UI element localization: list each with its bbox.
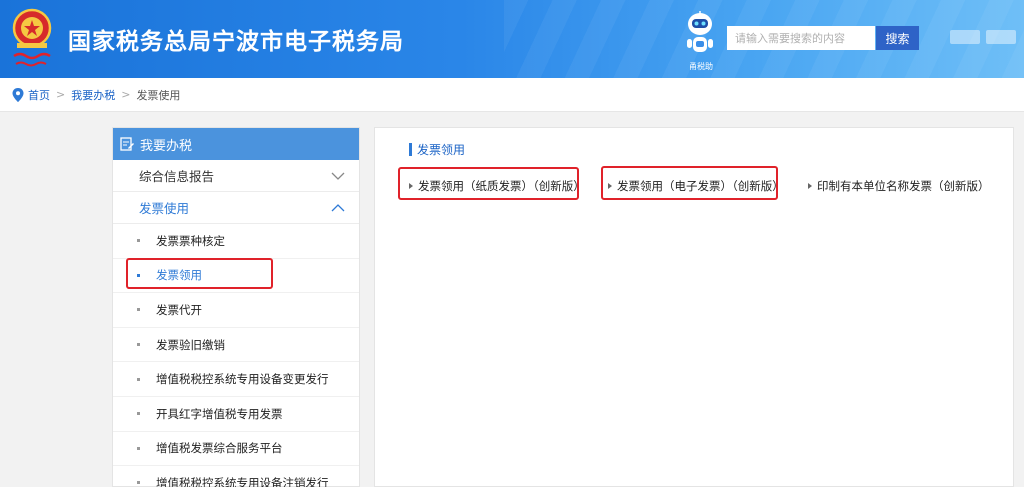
section-title-label: 发票领用 bbox=[417, 143, 466, 157]
bullet-icon bbox=[137, 412, 140, 416]
highlight-box-sidebar bbox=[126, 258, 273, 289]
sidebar-item-tax-device-change[interactable]: 增值税税控系统专用设备变更发行 bbox=[113, 362, 359, 397]
blurred-user-info bbox=[950, 30, 980, 44]
sidebar-item-invoice-type-approval[interactable]: 发票票种核定 bbox=[113, 224, 359, 259]
sidebar-category-invoice-use[interactable]: 发票使用 bbox=[113, 192, 359, 224]
bullet-icon bbox=[137, 343, 140, 347]
search-button[interactable]: 搜索 bbox=[876, 26, 919, 50]
triangle-right-icon bbox=[808, 183, 812, 189]
breadcrumb-tax-link[interactable]: 我要办税 bbox=[71, 87, 115, 103]
sidebar-item-tax-device-deregister[interactable]: 增值税税控系统专用设备注销发行 bbox=[113, 466, 359, 487]
sidebar-item-label: 发票验旧缴销 bbox=[156, 337, 225, 352]
sidebar-item-label: 增值税发票综合服务平台 bbox=[156, 441, 283, 456]
bullet-icon bbox=[137, 308, 140, 312]
chevron-up-icon bbox=[331, 203, 345, 211]
site-title: 国家税务总局宁波市电子税务局 bbox=[68, 29, 404, 55]
robot-assistant-icon[interactable] bbox=[684, 10, 716, 60]
breadcrumb-separator: > bbox=[121, 88, 131, 101]
section-title-bar bbox=[409, 143, 412, 156]
bullet-icon bbox=[137, 377, 140, 381]
sidebar-category-label: 发票使用 bbox=[139, 201, 190, 216]
document-edit-icon bbox=[120, 137, 134, 151]
sidebar-item-red-vat-invoice[interactable]: 开具红字增值税专用发票 bbox=[113, 397, 359, 432]
sidebar-item-label: 增值税税控系统专用设备注销发行 bbox=[156, 475, 329, 487]
sidebar-item-label: 发票代开 bbox=[156, 302, 202, 317]
sidebar-category-label: 综合信息报告 bbox=[139, 169, 215, 184]
breadcrumb-home-link[interactable]: 首页 bbox=[28, 87, 50, 103]
section-title: 发票领用 bbox=[409, 141, 465, 158]
sidebar-item-invoice-proxy-issue[interactable]: 发票代开 bbox=[113, 293, 359, 328]
tax-emblem-logo bbox=[12, 8, 52, 67]
bullet-icon bbox=[137, 481, 140, 485]
highlight-box-electronic-invoice bbox=[601, 166, 778, 200]
highlight-box-paper-invoice bbox=[398, 167, 579, 200]
search-input[interactable] bbox=[727, 26, 875, 50]
sidebar-item-invoice-verify-cancel[interactable]: 发票验旧缴销 bbox=[113, 328, 359, 363]
site-header: 国家税务总局宁波市电子税务局 甬税助 搜索 bbox=[0, 0, 1024, 78]
robot-assistant-label: 甬税助 bbox=[689, 62, 713, 71]
sidebar-item-label: 发票票种核定 bbox=[156, 233, 225, 248]
blurred-user-info bbox=[986, 30, 1016, 44]
sidebar-category-info-report[interactable]: 综合信息报告 bbox=[113, 160, 359, 192]
sidebar: 我要办税 综合信息报告 发票使用 发票票种核定 发票领用 发票代开 发票验旧缴销… bbox=[112, 127, 360, 487]
breadcrumb-current: 发票使用 bbox=[136, 88, 181, 102]
sidebar-item-label: 增值税税控系统专用设备变更发行 bbox=[156, 372, 329, 387]
bullet-icon bbox=[137, 239, 140, 243]
chevron-down-icon bbox=[331, 172, 345, 180]
sidebar-header-label: 我要办税 bbox=[140, 138, 193, 154]
sidebar-item-vat-service-platform[interactable]: 增值税发票综合服务平台 bbox=[113, 432, 359, 467]
breadcrumb: 首页 > 我要办税 > 发票使用 bbox=[0, 78, 1024, 112]
sidebar-item-label: 开具红字增值税专用发票 bbox=[156, 406, 283, 421]
sidebar-header: 我要办税 bbox=[113, 128, 359, 160]
location-pin-icon bbox=[12, 87, 24, 102]
link-printed-company-invoice[interactable]: 印制有本单位名称发票（创新版） bbox=[808, 178, 990, 194]
breadcrumb-separator: > bbox=[56, 88, 66, 101]
bullet-icon bbox=[137, 446, 140, 450]
link-label: 印制有本单位名称发票（创新版） bbox=[817, 179, 990, 193]
